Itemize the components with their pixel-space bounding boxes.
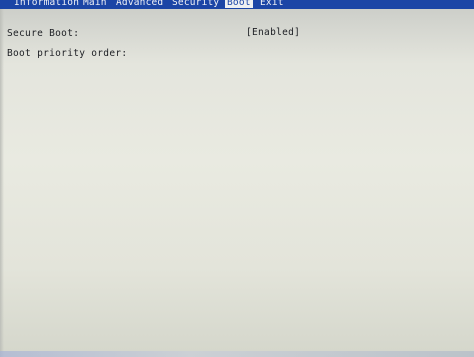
screen-bottom-edge <box>0 351 474 357</box>
secure-boot-value[interactable]: [Enabled] <box>246 27 300 38</box>
tab-security[interactable]: Security <box>172 0 219 8</box>
bios-screen: Information Main Advanced Security Boot … <box>0 0 474 357</box>
secure-boot-label: Secure Boot: <box>7 28 80 39</box>
boot-priority-order-label: Boot priority order: <box>7 48 128 59</box>
tab-information[interactable]: Information <box>14 0 79 8</box>
tab-advanced[interactable]: Advanced <box>116 0 163 8</box>
tab-main[interactable]: Main <box>83 0 107 8</box>
tab-exit[interactable]: Exit <box>260 0 284 8</box>
menu-bar: Information Main Advanced Security Boot … <box>0 0 474 9</box>
tab-boot[interactable]: Boot <box>225 0 253 8</box>
screen-edge-shadow <box>0 9 4 357</box>
